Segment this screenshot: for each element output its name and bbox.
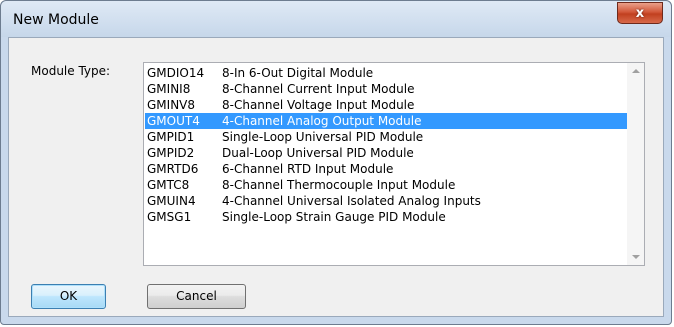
close-icon: x xyxy=(635,5,645,21)
module-description: 4-Channel Analog Output Module xyxy=(222,114,422,128)
module-code: GMOUT4 xyxy=(147,114,200,128)
cancel-button[interactable]: Cancel xyxy=(147,284,246,309)
module-description: 4-Channel Universal Isolated Analog Inpu… xyxy=(222,194,481,208)
scroll-down-arrow-icon[interactable] xyxy=(632,255,640,259)
list-item[interactable]: GMTC8 8-Channel Thermocouple Input Module xyxy=(145,177,627,193)
scroll-up-arrow-icon[interactable] xyxy=(632,69,640,73)
list-item[interactable]: GMPID2 Dual-Loop Universal PID Module xyxy=(145,145,627,161)
vertical-scrollbar[interactable] xyxy=(627,63,644,265)
new-module-dialog: New Module x Module Type: GMDIO14 8-In 6-… xyxy=(0,0,672,325)
list-item[interactable]: GMSG1 Single-Loop Strain Gauge PID Module xyxy=(145,209,627,225)
list-item[interactable]: GMPID1 Single-Loop Universal PID Module xyxy=(145,129,627,145)
module-code: GMTC8 xyxy=(147,178,190,192)
list-item[interactable]: GMRTD6 6-Channel RTD Input Module xyxy=(145,161,627,177)
module-type-listbox[interactable]: GMDIO14 8-In 6-Out Digital Module GMINI8 8… xyxy=(143,62,645,266)
list-item[interactable]: GMOUT4 4-Channel Analog Output Module xyxy=(145,113,627,129)
module-description: 8-Channel Current Input Module xyxy=(222,82,415,96)
module-description: 8-Channel Voltage Input Module xyxy=(222,98,415,112)
module-code: GMDIO14 xyxy=(147,66,205,80)
module-type-label: Module Type: xyxy=(31,64,111,78)
dialog-body: Module Type: GMDIO14 8-In 6-Out Digital M… xyxy=(8,37,664,317)
list-item[interactable]: GMINI8 8-Channel Current Input Module xyxy=(145,81,627,97)
module-code: GMINV8 xyxy=(147,98,196,112)
close-button[interactable]: x xyxy=(617,2,663,24)
module-description: Single-Loop Strain Gauge PID Module xyxy=(222,210,446,224)
list-item[interactable]: GMDIO14 8-In 6-Out Digital Module xyxy=(145,65,627,81)
list-item[interactable]: GMINV8 8-Channel Voltage Input Module xyxy=(145,97,627,113)
module-code: GMPID2 xyxy=(147,146,195,160)
module-description: Single-Loop Universal PID Module xyxy=(222,130,424,144)
ok-button[interactable]: OK xyxy=(31,284,106,309)
module-code: GMPID1 xyxy=(147,130,195,144)
module-description: 8-In 6-Out Digital Module xyxy=(222,66,374,80)
module-list-items: GMDIO14 8-In 6-Out Digital Module GMINI8 8… xyxy=(145,65,627,225)
module-description: Dual-Loop Universal PID Module xyxy=(222,146,414,160)
module-code: GMSG1 xyxy=(147,210,192,224)
module-code: GMUIN4 xyxy=(147,194,196,208)
list-item[interactable]: GMUIN4 4-Channel Universal Isolated Analo… xyxy=(145,193,627,209)
module-description: 6-Channel RTD Input Module xyxy=(222,162,394,176)
module-code: GMINI8 xyxy=(147,82,191,96)
title-bar[interactable]: New Module x xyxy=(1,1,671,37)
module-code: GMRTD6 xyxy=(147,162,199,176)
module-description: 8-Channel Thermocouple Input Module xyxy=(222,178,456,192)
dialog-title: New Module xyxy=(13,12,99,28)
